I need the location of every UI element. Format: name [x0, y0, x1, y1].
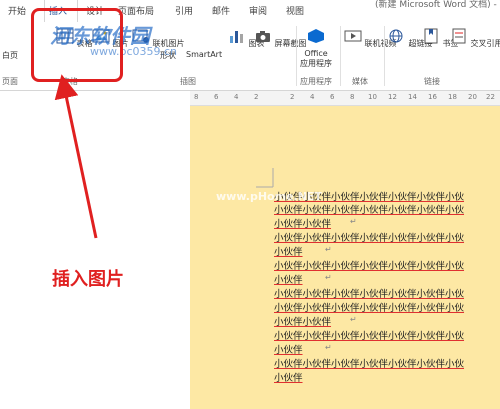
annotation-callout: 插入图片 — [52, 269, 124, 290]
annotation-arrow — [54, 74, 98, 239]
